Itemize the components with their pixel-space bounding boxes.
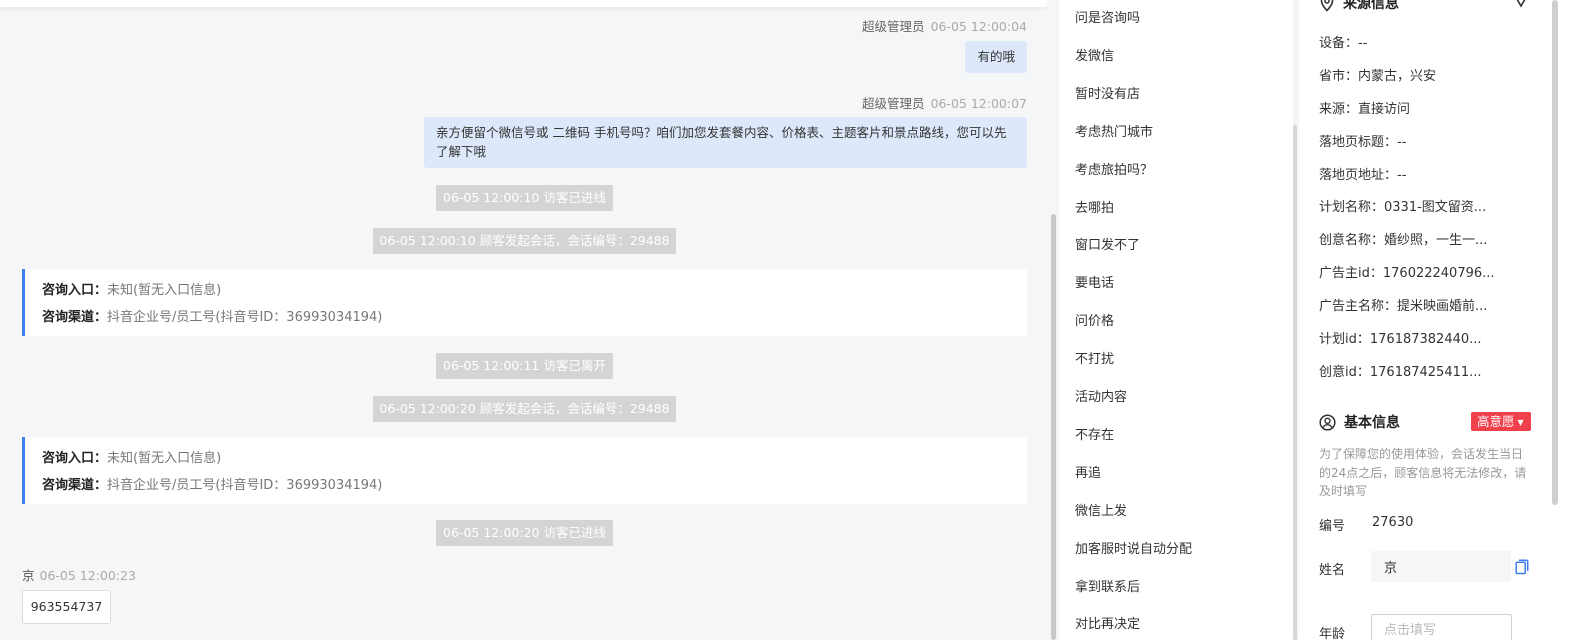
source-field-advertiser-name: 广告主名称：提米映画婚前...	[1319, 299, 1488, 314]
age-label: 年龄	[1319, 627, 1346, 640]
quick-reply-item[interactable]: 活动内容	[1075, 386, 1127, 405]
quick-reply-item[interactable]: 问价格	[1075, 310, 1114, 329]
customer-info-panel: 来源信息 设备：-- 省市：内蒙古，兴安 来源：直接访问 落地页标题：-- 落地…	[1299, 0, 1547, 640]
source-info-title: 来源信息	[1343, 0, 1399, 12]
number-value: 27630	[1372, 515, 1414, 530]
quick-reply-item[interactable]: 暂时没有店	[1075, 83, 1140, 102]
quick-reply-item[interactable]: 对比再决定	[1075, 613, 1140, 632]
message-time: 06-05 12:00:04	[930, 19, 1027, 34]
chat-scrollbar[interactable]	[1051, 214, 1056, 640]
quick-reply-item[interactable]: 加客服时说自动分配	[1075, 538, 1192, 557]
visitor-name: 京	[22, 568, 35, 583]
location-pin-icon	[1320, 0, 1334, 12]
number-label: 编号	[1319, 519, 1346, 534]
side-scrollbar[interactable]	[1552, 0, 1558, 505]
message-time: 06-05 12:00:07	[930, 96, 1027, 111]
quick-reply-item[interactable]: 考虑热门城市	[1075, 121, 1153, 140]
system-notice: 06-05 12:00:20 顾客发起会话，会话编号：29488	[373, 396, 676, 422]
system-notice: 06-05 12:00:10 顾客发起会话，会话编号：29488	[373, 228, 676, 254]
message-time: 06-05 12:00:23	[39, 568, 136, 583]
source-field-creative-name: 创意名称：婚纱照，一生一...	[1319, 233, 1488, 248]
message-header: 超级管理员 06-05 12:00:04	[862, 16, 1027, 35]
quick-reply-item[interactable]: 不打扰	[1075, 348, 1114, 367]
name-field[interactable]	[1371, 551, 1511, 582]
quick-reply-item[interactable]: 要电话	[1075, 272, 1114, 291]
quick-reply-item[interactable]: 考虑旅拍吗？	[1075, 159, 1153, 178]
source-field-creative-id: 创意id：176187425411...	[1319, 365, 1482, 380]
user-circle-icon	[1319, 413, 1336, 431]
source-field-region: 省市：内蒙古，兴安	[1319, 69, 1437, 84]
edit-icon[interactable]	[1511, 0, 1531, 8]
quick-reply-list: 问是咨询吗 发微信 暂时没有店 考虑热门城市 考虑旅拍吗？ 去哪拍 窗口发不了 …	[1059, 0, 1293, 640]
sender-name: 超级管理员	[862, 96, 925, 111]
caret-down-icon: ▼	[1517, 418, 1524, 427]
system-notice: 06-05 12:00:20 访客已进线	[436, 520, 613, 546]
chat-panel: 超级管理员 06-05 12:00:04 有的哦 超级管理员 06-05 12:00…	[0, 0, 1047, 640]
source-field-landing-title: 落地页标题：--	[1319, 135, 1407, 150]
intent-label: 高意愿	[1477, 414, 1515, 429]
quick-reply-item[interactable]: 问是咨询吗	[1075, 7, 1140, 26]
system-notice: 06-05 12:00:11 访客已离开	[436, 353, 613, 379]
outgoing-message: 亲方便留个微信号或 二维码 手机号吗？咱们加您发套餐内容、价格表、主题客片和景点…	[424, 117, 1027, 168]
edit-deadline-notice: 为了保障您的使用体验，会话发生当日的24点之后，顾客信息将无法修改，请及时填写	[1319, 447, 1527, 498]
source-info-header: 来源信息	[1319, 0, 1399, 13]
outgoing-message: 有的哦	[965, 41, 1027, 73]
quick-reply-item[interactable]: 再追	[1075, 462, 1101, 481]
basic-info-title: 基本信息	[1344, 415, 1400, 431]
source-field-device: 设备：--	[1319, 36, 1368, 51]
incoming-message[interactable]: 963554737	[22, 590, 111, 624]
source-field-plan-name: 计划名称：0331-图文留资...	[1319, 200, 1487, 215]
side-scrollbar-track	[1547, 0, 1572, 640]
basic-info-header: 基本信息	[1319, 412, 1400, 432]
copy-icon[interactable]	[1515, 559, 1529, 575]
source-field-plan-id: 计划id：176187382440...	[1319, 332, 1482, 347]
intent-dropdown[interactable]: 高意愿 ▼	[1471, 412, 1531, 431]
quick-reply-item[interactable]: 去哪拍	[1075, 197, 1114, 216]
message-header: 京 06-05 12:00:23	[22, 565, 136, 584]
quick-reply-item[interactable]: 窗口发不了	[1075, 234, 1140, 253]
sender-name: 超级管理员	[862, 19, 925, 34]
quick-reply-item[interactable]: 不存在	[1075, 424, 1114, 443]
source-field-landing-url: 落地页地址：--	[1319, 168, 1407, 183]
quick-reply-scrollbar[interactable]	[1293, 125, 1297, 640]
chat-top-bar	[0, 0, 1047, 7]
message-header: 超级管理员 06-05 12:00:07	[862, 93, 1027, 112]
quick-reply-item[interactable]: 拿到联系后	[1075, 576, 1140, 595]
channel-row: 咨询渠道：抖音企业号/员工号(抖音号ID：36993034194)	[42, 310, 383, 325]
entry-row: 咨询入口：未知(暂无入口信息)	[42, 451, 222, 466]
system-notice: 06-05 12:00:10 访客已进线	[436, 185, 613, 211]
name-label: 姓名	[1319, 563, 1346, 578]
age-field[interactable]	[1371, 614, 1512, 640]
quick-reply-item[interactable]: 微信上发	[1075, 500, 1127, 519]
channel-row: 咨询渠道：抖音企业号/员工号(抖音号ID：36993034194)	[42, 478, 383, 493]
entry-info-card: 咨询入口：未知(暂无入口信息) 咨询渠道：抖音企业号/员工号(抖音号ID：369…	[22, 437, 1027, 504]
quick-reply-item[interactable]: 发微信	[1075, 45, 1114, 64]
entry-row: 咨询入口：未知(暂无入口信息)	[42, 283, 222, 298]
entry-info-card: 咨询入口：未知(暂无入口信息) 咨询渠道：抖音企业号/员工号(抖音号ID：369…	[22, 269, 1027, 336]
source-field-advertiser-id: 广告主id：176022240796...	[1319, 266, 1495, 281]
source-field-origin: 来源：直接访问	[1319, 102, 1411, 117]
